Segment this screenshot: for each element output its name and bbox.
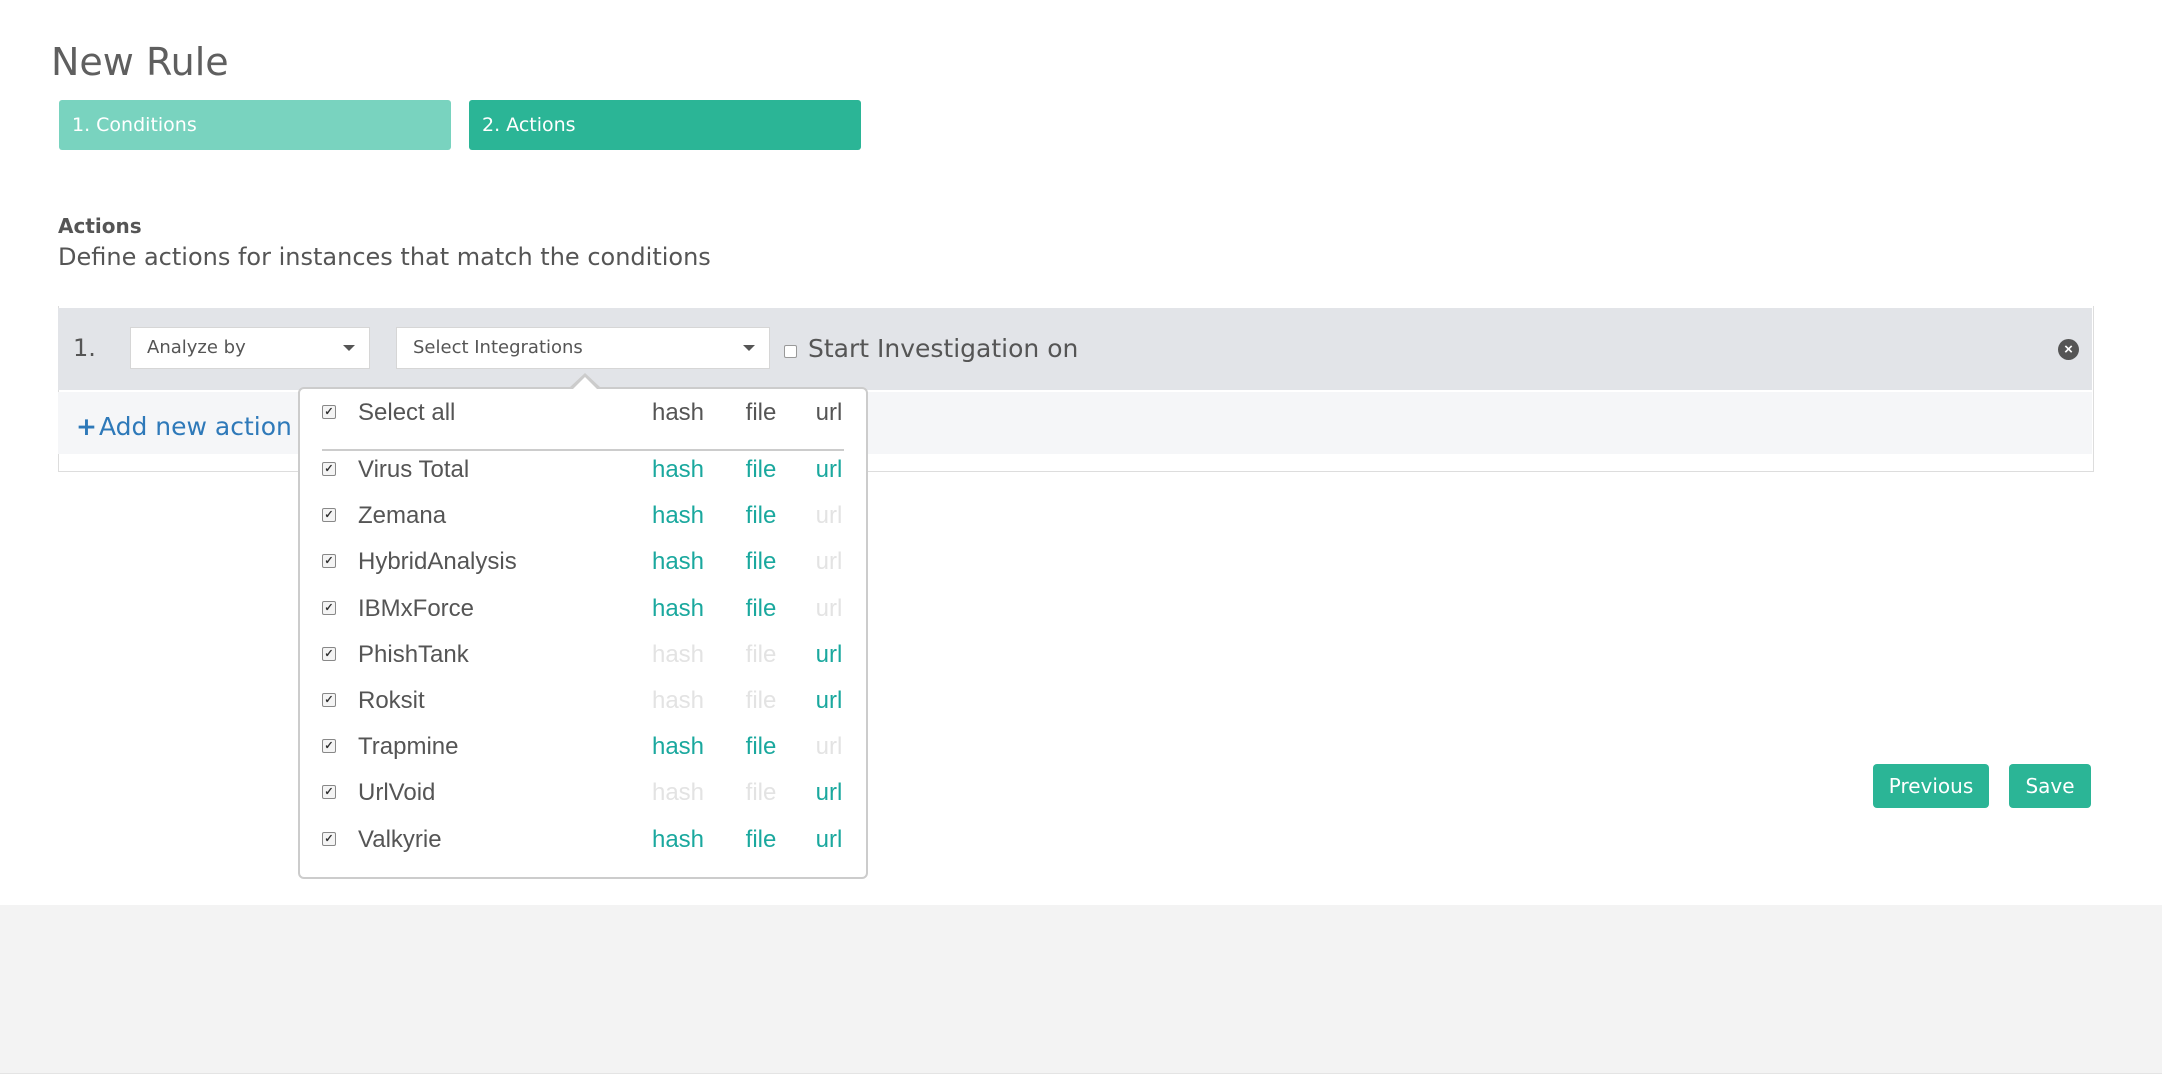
capability-file: file xyxy=(745,687,777,714)
capability-url: url xyxy=(815,640,843,668)
header-url: url xyxy=(815,399,843,426)
capability-url: url xyxy=(815,594,843,622)
previous-button[interactable]: Previous xyxy=(1873,764,1989,808)
close-circle-icon[interactable]: × xyxy=(2058,339,2079,360)
header-hash: hash xyxy=(651,399,705,426)
integration-row[interactable]: ✓ PhishTank hash file url xyxy=(300,631,866,677)
add-new-action-link[interactable]: +Add new action xyxy=(76,412,292,441)
integration-row[interactable]: ✓ Virus Total hash file url xyxy=(300,446,866,492)
select-all-row[interactable]: ✓ Select all hash file url xyxy=(300,389,866,435)
integration-checkbox[interactable]: ✓ xyxy=(322,739,336,754)
integration-name: PhishTank xyxy=(358,640,469,668)
integration-row[interactable]: ✓ Roksit hash file url xyxy=(300,677,866,723)
capability-hash: hash xyxy=(651,594,705,622)
integration-name: Valkyrie xyxy=(358,825,442,853)
integration-checkbox[interactable]: ✓ xyxy=(322,600,336,615)
integration-checkbox[interactable]: ✓ xyxy=(322,693,336,707)
capability-file: file xyxy=(745,548,777,576)
capability-file: file xyxy=(745,825,777,853)
integration-row[interactable]: ✓ IBMxForce hash file url xyxy=(300,585,866,631)
integration-row[interactable]: ✓ HybridAnalysis hash file url xyxy=(300,538,866,584)
integrations-select-value: Select Integrations xyxy=(413,337,583,358)
capability-url: url xyxy=(815,825,843,853)
save-button[interactable]: Save xyxy=(2009,764,2091,808)
integration-name: HybridAnalysis xyxy=(358,548,517,576)
integration-name: Zemana xyxy=(358,502,447,530)
add-new-action-label: Add new action xyxy=(98,412,292,441)
integration-row[interactable]: ✓ UrlVoid hash file url xyxy=(300,769,866,815)
tab-conditions[interactable]: 1. Conditions xyxy=(59,100,451,150)
integration-name: Virus Total xyxy=(358,456,470,483)
capability-url: url xyxy=(815,779,843,807)
integration-checkbox[interactable]: ✓ xyxy=(322,646,336,661)
capability-hash: hash xyxy=(651,825,705,853)
analyze-by-select[interactable]: Analyze by xyxy=(130,327,370,369)
tab-actions[interactable]: 2. Actions xyxy=(469,100,861,150)
capability-hash: hash xyxy=(651,640,705,668)
caret-down-icon xyxy=(743,345,755,351)
section-heading: Actions xyxy=(58,214,142,238)
caret-down-icon xyxy=(343,345,355,351)
capability-hash: hash xyxy=(651,779,705,807)
integration-row[interactable]: ✓ Valkyrie hash file url xyxy=(300,816,866,862)
capability-url: url xyxy=(815,687,843,714)
page-title: New Rule xyxy=(51,40,229,84)
capability-hash: hash xyxy=(651,733,705,761)
plus-icon: + xyxy=(76,412,97,441)
capability-file: file xyxy=(745,594,777,622)
page-footer xyxy=(0,905,2162,1074)
integration-row[interactable]: ✓ Trapmine hash file url xyxy=(300,723,866,769)
integration-row[interactable]: ✓ Zemana hash file url xyxy=(300,492,866,538)
integrations-select[interactable]: Select Integrations xyxy=(396,327,770,369)
capability-url: url xyxy=(815,456,843,483)
integration-name: IBMxForce xyxy=(358,594,475,622)
integration-checkbox[interactable]: ✓ xyxy=(322,785,336,800)
select-all-checkbox[interactable]: ✓ xyxy=(322,405,336,419)
capability-hash: hash xyxy=(651,687,705,714)
start-investigation-checkbox[interactable] xyxy=(784,345,797,358)
capability-file: file xyxy=(745,733,777,761)
integration-checkbox[interactable]: ✓ xyxy=(322,831,336,846)
integration-name: Trapmine xyxy=(358,733,459,761)
section-description: Define actions for instances that match … xyxy=(58,243,711,271)
capability-url: url xyxy=(815,502,843,530)
dropdown-pointer-fill xyxy=(572,377,598,390)
capability-file: file xyxy=(745,456,777,483)
integration-name: UrlVoid xyxy=(358,779,436,807)
header-file: file xyxy=(745,399,777,426)
action-number: 1. xyxy=(73,334,96,362)
capability-url: url xyxy=(815,733,843,761)
select-all-label: Select all xyxy=(358,399,456,426)
capability-file: file xyxy=(745,502,777,530)
integration-name: Roksit xyxy=(358,687,425,714)
capability-hash: hash xyxy=(651,548,705,576)
capability-file: file xyxy=(745,779,777,807)
integration-checkbox[interactable]: ✓ xyxy=(322,554,336,569)
capability-hash: hash xyxy=(651,502,705,530)
capability-hash: hash xyxy=(651,456,705,483)
integration-checkbox[interactable]: ✓ xyxy=(322,462,336,476)
integrations-dropdown: ✓ Select all hash file url ✓ Virus Total h… xyxy=(298,387,868,879)
capability-url: url xyxy=(815,548,843,576)
analyze-by-select-value: Analyze by xyxy=(147,337,246,358)
start-investigation-label: Start Investigation on xyxy=(808,334,1079,363)
integration-checkbox[interactable]: ✓ xyxy=(322,508,336,523)
capability-file: file xyxy=(745,640,777,668)
